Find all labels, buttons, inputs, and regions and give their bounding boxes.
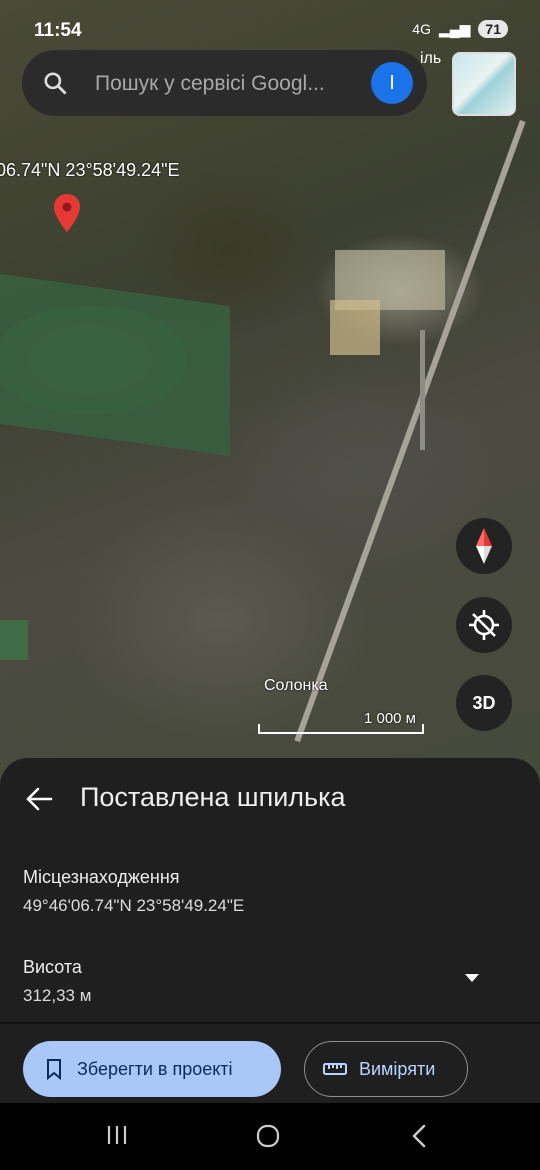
status-time: 11:54 bbox=[34, 20, 82, 41]
location-label: Місцезнаходження bbox=[23, 867, 180, 887]
back-nav-icon[interactable] bbox=[408, 1124, 432, 1148]
scale-bar bbox=[258, 724, 424, 734]
account-avatar[interactable]: I bbox=[371, 62, 413, 104]
compass-button[interactable] bbox=[456, 518, 512, 574]
back-arrow-icon[interactable] bbox=[24, 784, 54, 814]
location-off-icon bbox=[469, 610, 499, 640]
expand-dropdown-icon[interactable] bbox=[465, 974, 479, 982]
measure-button[interactable]: Виміряти bbox=[304, 1041, 468, 1097]
divider bbox=[0, 1022, 540, 1024]
map-scale: 1 000 м bbox=[258, 708, 424, 734]
search-input[interactable]: Пошук у сервісі Googl... bbox=[95, 72, 355, 96]
my-location-button[interactable] bbox=[456, 597, 512, 653]
search-bar[interactable]: Пошук у сервісі Googl... I bbox=[22, 50, 427, 116]
signal-icon: ▂▄▆ bbox=[438, 20, 471, 37]
elevation-label: Висота bbox=[23, 957, 82, 977]
sheet-title: Поставлена шпилька bbox=[80, 782, 346, 812]
elevation-value: 312,33 м bbox=[23, 986, 92, 1005]
home-icon[interactable] bbox=[256, 1124, 280, 1148]
road-segment bbox=[420, 330, 425, 450]
map-layers-button[interactable] bbox=[452, 52, 516, 116]
location-value[interactable]: 49°46'06.74"N 23°58'49.24"E bbox=[23, 896, 244, 916]
map-pin-icon[interactable] bbox=[52, 193, 82, 233]
bottom-sheet: Поставлена шпилька Місцезнаходження 49°4… bbox=[0, 758, 540, 1103]
ruler-icon bbox=[323, 1063, 347, 1075]
save-button-label: Зберегти в проекті bbox=[77, 1058, 233, 1079]
compass-icon bbox=[476, 528, 492, 564]
map-place-label-top: іль bbox=[420, 50, 442, 67]
sand-field bbox=[330, 300, 380, 355]
green-field bbox=[0, 273, 230, 457]
green-field-small bbox=[0, 620, 28, 660]
3d-label: 3D bbox=[472, 692, 496, 713]
search-icon bbox=[44, 72, 67, 95]
network-label: 4G bbox=[412, 21, 431, 37]
save-to-project-button[interactable]: Зберегти в проекті bbox=[23, 1041, 281, 1097]
pin-coordinate-label: 06.74"N 23°58'49.24"E bbox=[0, 160, 180, 180]
3d-button[interactable]: 3D bbox=[456, 675, 512, 731]
map-place-label: Солонка bbox=[264, 677, 328, 694]
battery-indicator: 71 bbox=[478, 20, 508, 38]
measure-button-label: Виміряти bbox=[359, 1058, 436, 1079]
system-nav-bar bbox=[0, 1103, 540, 1170]
recent-apps-icon[interactable] bbox=[105, 1123, 129, 1147]
satellite-map[interactable]: 11:54 4G ▂▄▆ 71 іль Пошук у сервісі Goog… bbox=[0, 0, 540, 800]
status-icons: 4G ▂▄▆ 71 bbox=[412, 20, 508, 38]
bookmark-icon bbox=[47, 1059, 61, 1080]
